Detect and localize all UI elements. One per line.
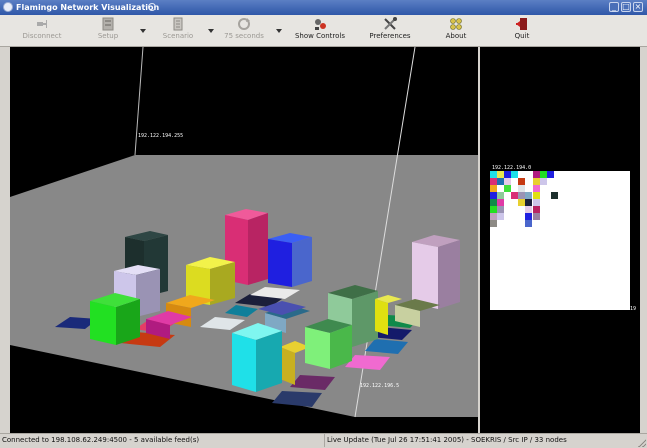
preferences-button[interactable]: Preferences — [362, 17, 418, 44]
grid-cell — [497, 213, 504, 220]
grid-cell — [525, 213, 532, 220]
grid-cell — [518, 178, 525, 185]
setup-dropdown-arrow[interactable] — [140, 29, 146, 33]
setup-label: Setup — [97, 32, 119, 40]
grid-cell — [533, 171, 540, 178]
grid-cell — [497, 199, 504, 206]
grid-cell — [518, 199, 525, 206]
grid-cell — [504, 171, 511, 178]
show-controls-button[interactable]: Show Controls — [288, 17, 352, 44]
grid-cell — [490, 220, 497, 227]
bar — [305, 319, 352, 369]
grid-cell — [533, 213, 540, 220]
quit-button[interactable]: Quit — [502, 17, 542, 44]
about-flamingo-icon — [450, 18, 462, 30]
window-title: Flamingo Network Visualization — [16, 3, 160, 12]
refresh-interval-icon — [238, 18, 250, 30]
disconnect-plug-icon — [37, 20, 47, 28]
grid-cell — [540, 178, 547, 185]
maximize-button[interactable]: □ — [621, 2, 631, 12]
title-bar: Flamingo Network Visualization _ □ × — [0, 0, 647, 15]
show-controls-label: Show Controls — [294, 32, 346, 40]
grid-cell — [525, 192, 532, 199]
setup-button[interactable]: Setup — [88, 17, 128, 44]
grid-cell — [490, 213, 497, 220]
grid-cell — [525, 199, 532, 206]
grid-cell — [490, 199, 497, 206]
about-label: About — [445, 32, 467, 40]
grid-cell — [504, 178, 511, 185]
grid-cell — [490, 192, 497, 199]
bar — [412, 235, 460, 309]
grid-cell — [504, 185, 511, 192]
grid-cell — [490, 178, 497, 185]
refresh-interval-label: 75 seconds — [224, 32, 264, 40]
grid-cell — [518, 192, 525, 199]
grid-cell — [533, 185, 540, 192]
left-frame — [0, 47, 10, 433]
grid-cell — [490, 206, 497, 213]
about-button[interactable]: About — [436, 17, 476, 44]
disconnect-button[interactable]: Disconnect — [22, 17, 62, 44]
grid-cell — [547, 171, 554, 178]
grid-cell — [490, 171, 497, 178]
grid-cell — [533, 178, 540, 185]
side-grid-view[interactable]: 192.122.194.0 19 — [480, 47, 640, 433]
grid-scene[interactable]: 192.122.194.0 19 — [480, 47, 640, 433]
grid-cell — [533, 206, 540, 213]
ip-label-side-edge: 19 — [630, 306, 636, 312]
scenario-icon — [173, 17, 183, 31]
disconnect-label: Disconnect — [22, 32, 62, 40]
refresh-interval-button[interactable]: 75 seconds — [222, 17, 266, 44]
bar — [268, 233, 312, 287]
status-bar: Connected to 198.108.62.249:4500 - 5 ava… — [0, 433, 647, 448]
grid-cell — [511, 171, 518, 178]
grid-cell — [497, 171, 504, 178]
bar — [232, 323, 282, 392]
grid-cell — [497, 178, 504, 185]
setup-server-icon — [102, 17, 114, 31]
grid-cell — [533, 192, 540, 199]
main-3d-view[interactable]: 192.122.194.255 192.122.196.5 — [10, 47, 478, 433]
refresh-dropdown-arrow[interactable] — [276, 29, 282, 33]
3d-scene[interactable]: 192.122.194.255 192.122.196.5 — [10, 47, 478, 433]
grid-cell — [525, 220, 532, 227]
preferences-label: Preferences — [369, 32, 411, 40]
scenario-button[interactable]: Scenario — [158, 17, 198, 44]
grid-cell — [525, 206, 532, 213]
right-frame — [640, 47, 647, 433]
grid-cell — [533, 199, 540, 206]
live-update-status: Live Update (Tue Jul 26 17:51:41 2005) -… — [327, 436, 567, 444]
show-controls-icon — [315, 19, 326, 30]
ip-label-top: 192.122.194.255 — [138, 133, 183, 139]
app-icon — [3, 2, 13, 12]
connection-status: Connected to 198.108.62.249:4500 - 5 ava… — [2, 434, 325, 447]
minimize-button[interactable]: _ — [609, 2, 619, 12]
scenario-dropdown-arrow[interactable] — [208, 29, 214, 33]
quit-label: Quit — [514, 32, 530, 40]
grid-cell — [490, 185, 497, 192]
bar — [90, 293, 140, 345]
grid-cell — [540, 171, 547, 178]
preferences-tools-icon — [384, 17, 397, 30]
resize-grip-icon[interactable] — [638, 439, 646, 447]
ip-label-bottom: 192.122.196.5 — [360, 383, 399, 389]
toolbar: Disconnect Setup Scenario 75 seconds Sho… — [0, 15, 647, 47]
grid-cell — [497, 206, 504, 213]
grid-cell — [518, 185, 525, 192]
quit-door-icon — [516, 18, 527, 30]
ip-label-side: 192.122.194.0 — [492, 165, 531, 171]
grid-cell — [551, 192, 558, 199]
close-button[interactable]: × — [633, 2, 643, 12]
grid-cell — [497, 192, 504, 199]
grid-cell — [511, 192, 518, 199]
scenario-label: Scenario — [162, 32, 194, 40]
title-decoration-icon — [148, 3, 156, 11]
